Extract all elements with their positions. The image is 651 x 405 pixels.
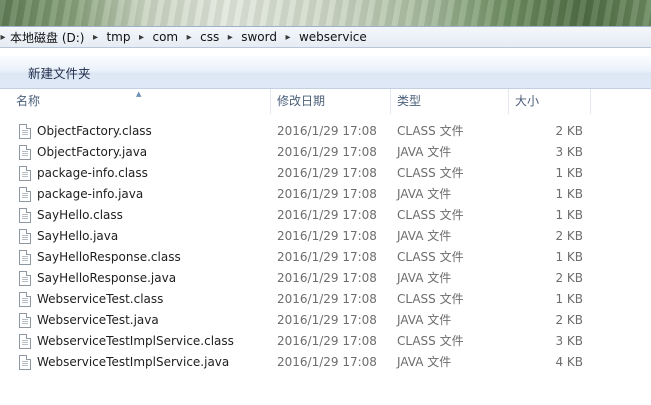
file-date: 2016/1/29 17:08 [277, 145, 377, 159]
file-name: SayHello.java [37, 229, 119, 243]
file-row[interactable]: WebserviceTest.class 2016/1/29 17:08 CLASS… [0, 289, 651, 310]
column-header-name[interactable]: 名称 [10, 89, 271, 114]
file-icon [19, 229, 31, 244]
file-size: 3 KB [555, 334, 583, 348]
file-date: 2016/1/29 17:08 [277, 250, 377, 264]
file-row[interactable]: package-info.java 2016/1/29 17:08 JAVA 文件 1… [0, 184, 651, 205]
file-date: 2016/1/29 17:08 [277, 313, 377, 327]
new-folder-button[interactable]: 新建文件夹 [28, 63, 91, 82]
file-type: JAVA 文件 [397, 145, 452, 159]
breadcrumb-chevron-icon[interactable]: ▸ [180, 32, 198, 43]
breadcrumb-item-drive[interactable]: 本地磁盘 (D:) [8, 29, 86, 46]
file-type: JAVA 文件 [397, 313, 452, 327]
file-icon [19, 187, 31, 202]
column-header-size[interactable]: 大小 [509, 89, 591, 114]
file-size: 1 KB [555, 292, 583, 306]
file-name: WebserviceTest.class [37, 292, 164, 306]
file-size: 2 KB [555, 313, 583, 327]
file-row[interactable]: WebserviceTestImplService.class 2016/1/29… [0, 331, 651, 352]
file-name: ObjectFactory.class [37, 124, 152, 138]
file-name: package-info.java [37, 187, 144, 201]
file-date: 2016/1/29 17:08 [277, 187, 377, 201]
file-icon [19, 292, 31, 307]
file-type: JAVA 文件 [397, 271, 452, 285]
column-header-row: ▲ 名称 修改日期 类型 大小 [0, 89, 651, 114]
breadcrumb-item-css[interactable]: css [198, 30, 221, 44]
breadcrumb-chevron-icon[interactable]: ▸ [221, 32, 239, 43]
file-type: CLASS 文件 [397, 124, 464, 138]
file-type: CLASS 文件 [397, 208, 464, 222]
file-date: 2016/1/29 17:08 [277, 334, 377, 348]
breadcrumb-chevron-icon[interactable]: ▸ [0, 32, 8, 43]
file-icon [19, 334, 31, 349]
file-name: SayHello.class [37, 208, 123, 222]
file-size: 1 KB [555, 187, 583, 201]
file-size: 2 KB [555, 124, 583, 138]
file-icon [19, 313, 31, 328]
command-toolbar: 新建文件夹 [0, 56, 651, 89]
file-name: SayHelloResponse.java [37, 271, 177, 285]
file-name: ObjectFactory.java [37, 145, 148, 159]
file-type: CLASS 文件 [397, 250, 464, 264]
file-row[interactable]: SayHelloResponse.java 2016/1/29 17:08 JAVA… [0, 268, 651, 289]
file-icon [19, 145, 31, 160]
file-icon [19, 250, 31, 265]
breadcrumb-item-tmp[interactable]: tmp [104, 30, 132, 44]
file-type: CLASS 文件 [397, 166, 464, 180]
file-name: SayHelloResponse.class [37, 250, 181, 264]
file-size: 2 KB [555, 271, 583, 285]
file-date: 2016/1/29 17:08 [277, 292, 377, 306]
file-row[interactable]: SayHelloResponse.class 2016/1/29 17:08 CLA… [0, 247, 651, 268]
breadcrumb-chevron-icon[interactable]: ▸ [86, 32, 104, 43]
file-icon [19, 166, 31, 181]
file-name: package-info.class [37, 166, 148, 180]
file-row[interactable]: ObjectFactory.class 2016/1/29 17:08 CLASS … [0, 121, 651, 142]
window-title-bar [0, 0, 651, 26]
file-size: 1 KB [555, 166, 583, 180]
file-date: 2016/1/29 17:08 [277, 208, 377, 222]
file-name: WebserviceTestImplService.java [37, 355, 230, 369]
address-bar[interactable]: ▸ 本地磁盘 (D:) ▸ tmp ▸ com ▸ css ▸ sword ▸ … [0, 26, 651, 48]
file-name: WebserviceTestImplService.class [37, 334, 234, 348]
file-date: 2016/1/29 17:08 [277, 166, 377, 180]
breadcrumb-chevron-icon[interactable]: ▸ [279, 32, 297, 43]
file-icon [19, 355, 31, 370]
file-date: 2016/1/29 17:08 [277, 355, 377, 369]
file-size: 2 KB [555, 229, 583, 243]
file-icon [19, 124, 31, 139]
file-icon [19, 208, 31, 223]
breadcrumb-item-webservice[interactable]: webservice [297, 30, 369, 44]
file-size: 1 KB [555, 250, 583, 264]
file-row[interactable]: WebserviceTestImplService.java 2016/1/29 … [0, 352, 651, 373]
file-row[interactable]: SayHello.class 2016/1/29 17:08 CLASS 文件 1 K… [0, 205, 651, 226]
column-header-date[interactable]: 修改日期 [271, 89, 391, 114]
file-date: 2016/1/29 17:08 [277, 124, 377, 138]
file-row[interactable]: ObjectFactory.java 2016/1/29 17:08 JAVA 文件… [0, 142, 651, 163]
file-type: CLASS 文件 [397, 334, 464, 348]
file-icon [19, 271, 31, 286]
file-size: 4 KB [555, 355, 583, 369]
breadcrumb-chevron-icon[interactable]: ▸ [132, 32, 150, 43]
file-name: WebserviceTest.java [37, 313, 159, 327]
file-row[interactable]: WebserviceTest.java 2016/1/29 17:08 JAVA 文… [0, 310, 651, 331]
breadcrumb-item-sword[interactable]: sword [239, 30, 279, 44]
column-header-type[interactable]: 类型 [391, 89, 509, 114]
file-type: JAVA 文件 [397, 355, 452, 369]
file-date: 2016/1/29 17:08 [277, 229, 377, 243]
breadcrumb-item-com[interactable]: com [150, 30, 180, 44]
file-size: 3 KB [555, 145, 583, 159]
file-type: JAVA 文件 [397, 229, 452, 243]
file-size: 1 KB [555, 208, 583, 222]
file-row[interactable]: SayHello.java 2016/1/29 17:08 JAVA 文件 2 KB [0, 226, 651, 247]
file-list: ObjectFactory.class 2016/1/29 17:08 CLASS … [0, 121, 651, 373]
file-date: 2016/1/29 17:08 [277, 271, 377, 285]
file-type: JAVA 文件 [397, 187, 452, 201]
file-type: CLASS 文件 [397, 292, 464, 306]
file-row[interactable]: package-info.class 2016/1/29 17:08 CLASS 文… [0, 163, 651, 184]
